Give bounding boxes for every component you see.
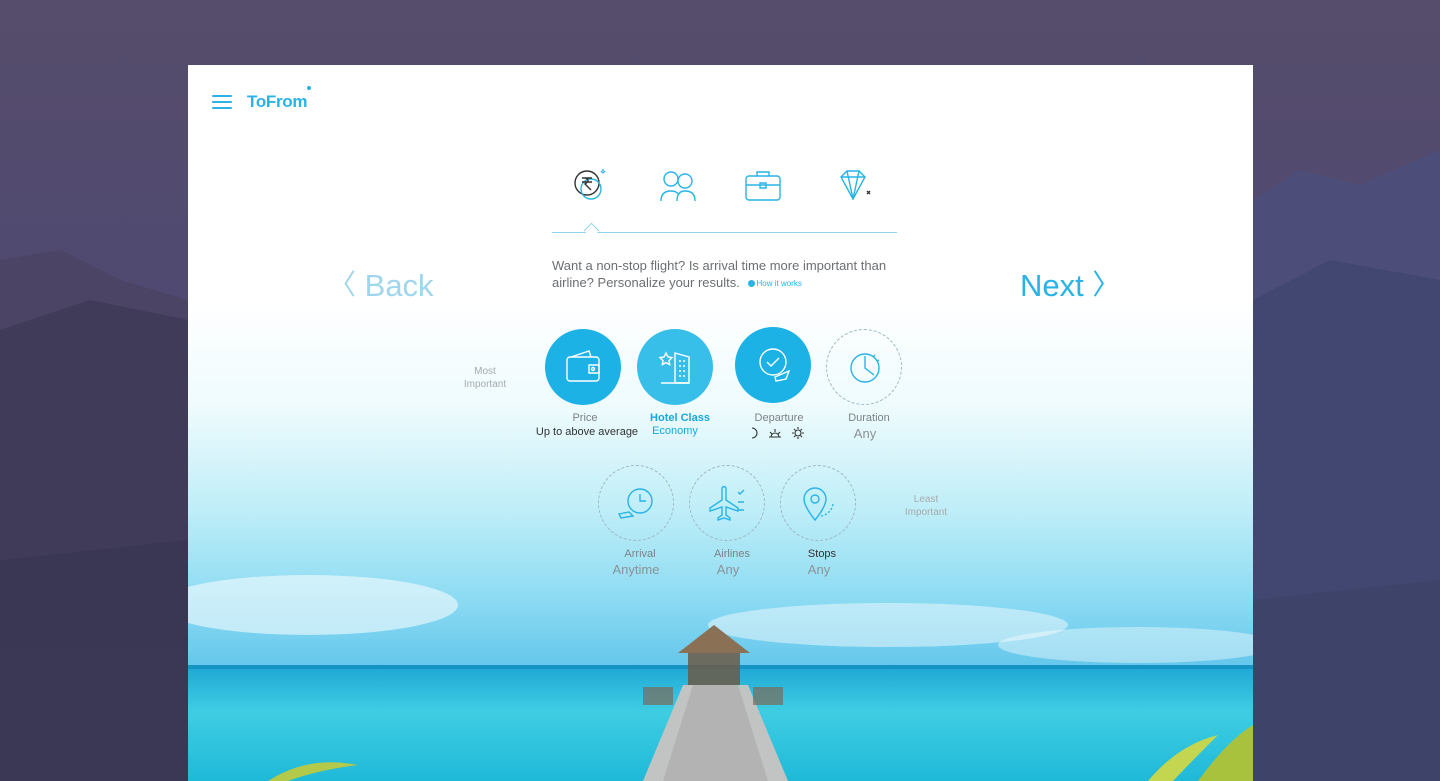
- back-button[interactable]: 〈 Back: [328, 263, 434, 304]
- brand-logo[interactable]: ToFrom: [247, 92, 308, 112]
- least-important-label: Least Important: [904, 494, 948, 518]
- airlines-preference-circle[interactable]: [689, 465, 765, 541]
- duration-preference-circle[interactable]: [826, 329, 902, 405]
- price-preference-circle[interactable]: [545, 329, 621, 405]
- how-it-works-link[interactable]: How it works: [747, 279, 802, 288]
- logo-mark: [307, 86, 311, 90]
- hotel-class-value: Economy: [652, 425, 698, 437]
- intro-text: Want a non-stop flight? Is arrival time …: [552, 258, 887, 290]
- departure-preference-circle[interactable]: [735, 327, 811, 403]
- day-sun-icon: [794, 429, 802, 437]
- step-tabs: [563, 165, 893, 205]
- map-pin-route-icon: [803, 487, 834, 522]
- hamburger-menu-icon[interactable]: [212, 95, 232, 109]
- sunrise-icon: [769, 429, 781, 438]
- night-moon-icon: [751, 427, 758, 439]
- departure-clock-plane-icon: [759, 348, 791, 382]
- step-track: [552, 232, 897, 233]
- chevron-left-icon: 〈: [328, 269, 357, 300]
- arrival-clock-plane-icon: [617, 488, 653, 519]
- briefcase-icon[interactable]: [743, 165, 783, 205]
- next-button[interactable]: Next 〉: [1020, 263, 1120, 304]
- airplane-checklist-icon: [709, 485, 745, 521]
- hotel-star-icon: [658, 351, 690, 384]
- duration-pie-clock-icon: [850, 353, 880, 383]
- hotel-class-preference-circle[interactable]: [637, 329, 713, 405]
- stops-label: Stops: [807, 548, 837, 560]
- duration-label: Duration: [848, 412, 890, 424]
- intro-text-block: Want a non-stop flight? Is arrival time …: [552, 257, 902, 292]
- diamond-icon[interactable]: [833, 165, 873, 205]
- chevron-right-icon: 〉: [1092, 269, 1121, 300]
- info-dot-icon: [747, 280, 755, 287]
- duration-value: Any: [853, 426, 877, 441]
- stops-value: Any: [807, 562, 831, 577]
- next-label: Next: [1020, 268, 1084, 303]
- wallet-icon: [566, 350, 600, 382]
- time-of-day-icons: [751, 427, 804, 439]
- rupee-coins-icon[interactable]: [571, 165, 611, 205]
- people-icon[interactable]: [658, 165, 698, 205]
- most-important-label: Most Important: [463, 366, 507, 390]
- arrival-preference-circle[interactable]: [598, 465, 674, 541]
- stops-preference-circle[interactable]: [780, 465, 856, 541]
- main-card: ToFrom 〈 Back Next 〉 Want a non-stop fli…: [188, 65, 1253, 781]
- back-label: Back: [364, 268, 434, 303]
